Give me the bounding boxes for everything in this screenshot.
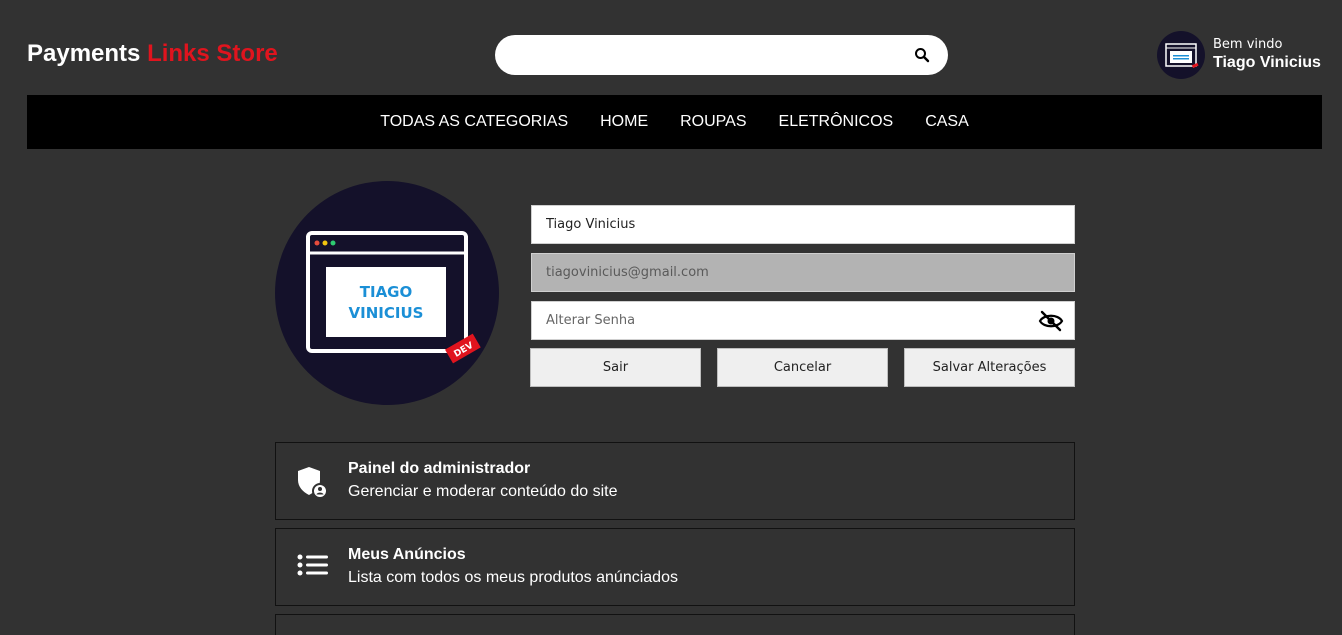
nav-item-home[interactable]: HOME bbox=[600, 113, 648, 131]
brand-logo[interactable]: Payments Links Store bbox=[27, 40, 278, 68]
category-nav: TODAS AS CATEGORIAS HOME ROUPAS ELETRÔNI… bbox=[27, 95, 1322, 149]
nav-item-house[interactable]: CASA bbox=[925, 113, 969, 131]
nav-item-electronics[interactable]: ELETRÔNICOS bbox=[779, 113, 894, 131]
cancel-button[interactable]: Cancelar bbox=[717, 348, 888, 387]
email-field bbox=[531, 253, 1075, 292]
user-name[interactable]: Tiago Vinicius bbox=[1213, 54, 1321, 72]
shield-user-icon bbox=[296, 465, 330, 499]
logout-button[interactable]: Sair bbox=[530, 348, 701, 387]
search-input[interactable] bbox=[513, 43, 893, 67]
nav-item-clothes[interactable]: ROUPAS bbox=[680, 113, 746, 131]
admin-panel-card[interactable]: Painel do administrador Gerenciar e mode… bbox=[275, 442, 1075, 520]
card-title: Meus Anúncios bbox=[348, 546, 466, 563]
password-field bbox=[531, 301, 1075, 340]
card-subtitle: Gerenciar e moderar conteúdo do site bbox=[348, 483, 618, 500]
password-input[interactable] bbox=[532, 302, 1074, 339]
header: Payments Links Store Bem vindo Tiago Vin… bbox=[0, 0, 1342, 95]
list-icon bbox=[296, 551, 330, 585]
card-subtitle: Lista com todos os meus produtos anúncia… bbox=[348, 569, 678, 586]
card-title: Painel do administrador bbox=[348, 460, 531, 477]
profile-avatar[interactable]: TIAGO VINICIUS DEV bbox=[275, 181, 499, 405]
email-input bbox=[532, 254, 1074, 291]
save-changes-button[interactable]: Salvar Alterações bbox=[904, 348, 1075, 387]
brand-name: Payments bbox=[27, 40, 148, 67]
my-ads-card[interactable]: Meus Anúncios Lista com todos os meus pr… bbox=[275, 528, 1075, 606]
user-avatar[interactable] bbox=[1157, 31, 1205, 79]
name-field bbox=[531, 205, 1075, 244]
eye-slash-icon[interactable] bbox=[1038, 310, 1064, 332]
avatar-line2: VINICIUS bbox=[349, 304, 424, 322]
name-input[interactable] bbox=[532, 206, 1074, 243]
search-bar bbox=[495, 35, 948, 75]
brand-accent: Links Store bbox=[147, 40, 278, 67]
nav-item-all-categories[interactable]: TODAS AS CATEGORIAS bbox=[380, 113, 568, 131]
avatar-line1: TIAGO bbox=[360, 283, 413, 301]
menu-card-partial[interactable] bbox=[275, 614, 1075, 635]
welcome-block: Bem vindo Tiago Vinicius bbox=[1213, 37, 1321, 72]
welcome-label: Bem vindo bbox=[1213, 37, 1283, 52]
search-icon[interactable] bbox=[914, 47, 930, 63]
